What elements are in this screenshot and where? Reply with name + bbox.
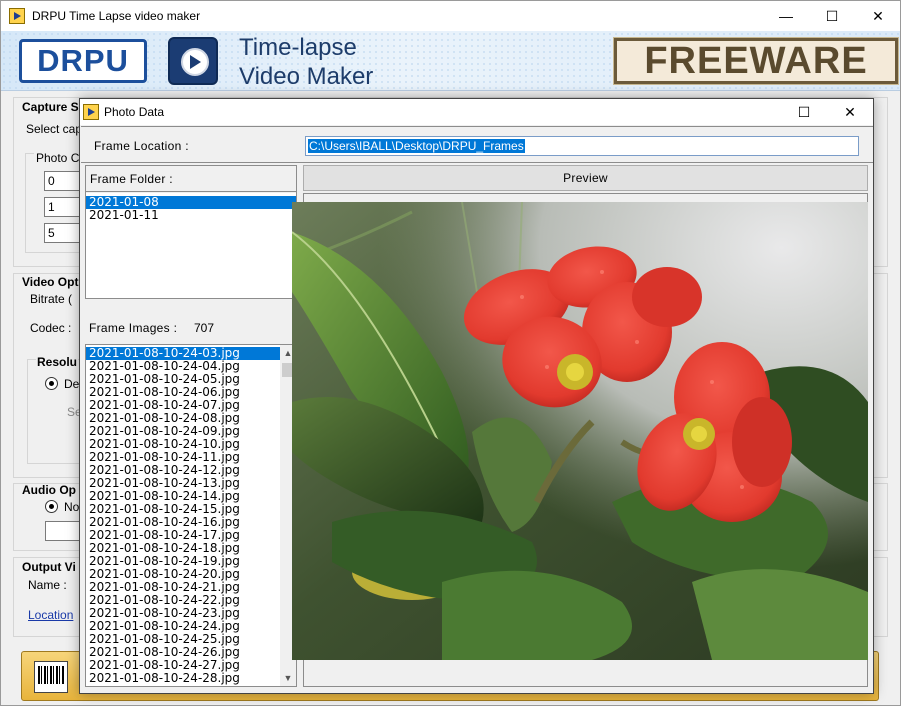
dialog-close-icon[interactable]: ✕ [827,99,873,125]
output-video-title: Output Vi [22,560,76,574]
default-resolution-radio[interactable] [45,377,58,390]
photo-field-2[interactable]: 1 [44,197,84,217]
dialog-app-icon [83,104,99,120]
capture-group-title: Capture S [22,100,79,114]
main-window-title: DRPU Time Lapse video maker [32,9,201,23]
frame-folder-panel: Frame Folder : 2021-01-08 2021-01-11 [85,165,297,299]
select-capture-label: Select cap [26,122,83,136]
product-title-line2: Video Maker [239,63,374,90]
dialog-maximize-icon[interactable]: ☐ [781,99,827,125]
frame-images-count: 707 [194,321,215,335]
audio-options-title: Audio Op [22,483,76,497]
barcode-icon[interactable] [34,661,68,693]
frame-location-input[interactable]: C:\Users\IBALL\Desktop\DRPU_Frames [305,136,859,156]
resolution-title: Resolu [36,355,79,369]
product-title-line1: Time-lapse [239,34,357,61]
frame-folder-label: Frame Folder : [86,166,296,192]
video-options-title: Video Opt [22,275,79,289]
bitrate-label: Bitrate ( [30,292,73,306]
frame-images-label: Frame Images : [89,321,178,335]
freeware-badge: FREEWARE [613,37,899,85]
flower-photo-image [292,202,868,660]
frame-location-row: Frame Location : C:\Users\IBALL\Desktop\… [81,126,873,163]
product-title: Time-lapse Video Maker [239,33,373,91]
main-titlebar: DRPU Time Lapse video maker — ☐ ✕ [1,1,900,31]
folder-list-item[interactable]: 2021-01-11 [86,209,296,222]
frame-images-items: 2021-01-08-10-24-03.jpg 2021-01-08-10-24-… [86,347,280,685]
photo-field-3[interactable]: 5 [44,223,84,243]
photo-field-1[interactable]: 0 [44,171,84,191]
default-resolution-label: De [64,377,80,391]
no-audio-label: No [64,500,80,514]
dialog-title: Photo Data [104,105,165,119]
dialog-titlebar: Photo Data ☐ ✕ [80,99,873,125]
name-label: Name : [28,578,67,592]
no-audio-radio[interactable] [45,500,58,513]
minimize-icon[interactable]: — [763,1,809,31]
video-play-icon [168,37,218,85]
drpu-logo: DRPU [19,39,147,83]
scroll-down-icon[interactable]: ▼ [280,670,296,686]
app-icon [9,8,25,24]
photo-data-dialog: Photo Data ☐ ✕ Frame Location : C:\Users… [79,98,874,694]
frame-folder-list[interactable]: 2021-01-08 2021-01-11 [86,193,296,298]
location-link[interactable]: Location [28,608,73,622]
header-banner: DRPU Time-lapse Video Maker FREEWARE [1,31,900,91]
image-list-item[interactable]: 2021-01-08-10-24-28.jpg [86,672,280,685]
photo-group-title: Photo C [34,151,82,165]
codec-label: Codec : [30,321,72,335]
close-icon[interactable]: ✕ [855,1,901,31]
preview-photo [292,202,868,660]
frame-location-value: C:\Users\IBALL\Desktop\DRPU_Frames [308,139,525,153]
preview-button[interactable]: Preview [303,165,868,191]
frame-images-list[interactable]: 2021-01-08-10-24-03.jpg 2021-01-08-10-24-… [85,344,297,687]
maximize-icon[interactable]: ☐ [809,1,855,31]
frame-location-label: Frame Location : [94,139,189,153]
